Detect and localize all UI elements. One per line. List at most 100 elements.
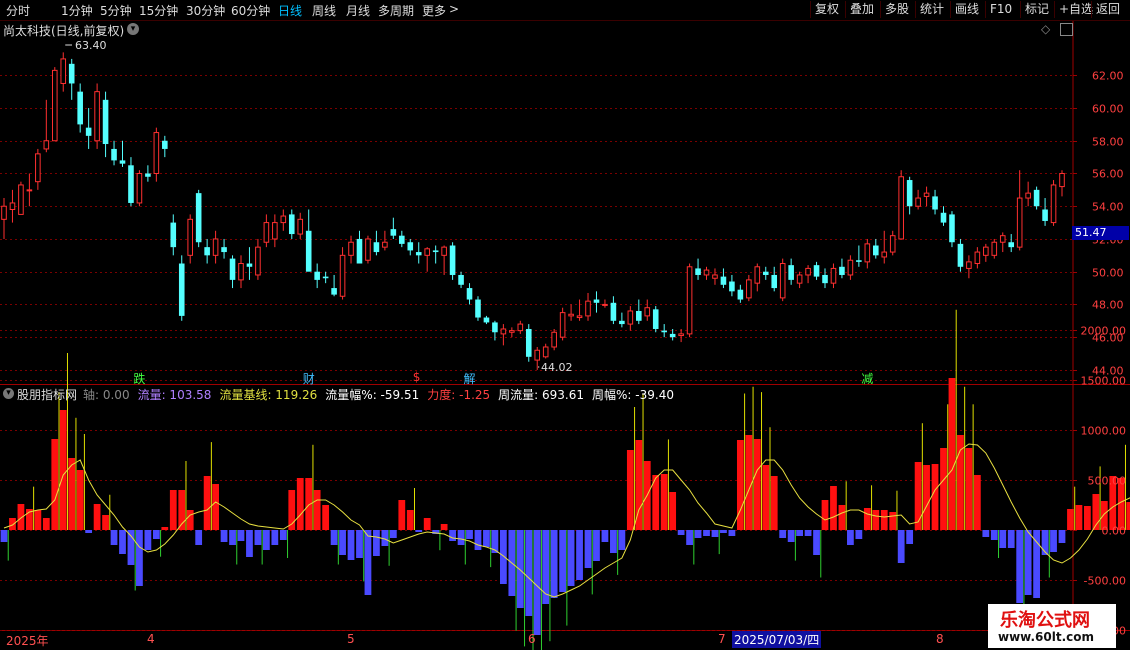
flow-bar: [466, 530, 473, 539]
candle: [9, 189, 16, 223]
candle-body-down: [720, 276, 727, 285]
flow-bar: [863, 508, 871, 530]
date-label-aug: 8: [936, 632, 944, 646]
flow-bar: [262, 530, 270, 550]
event-marker-drop[interactable]: 跌: [133, 370, 145, 387]
flow-bar: [694, 530, 702, 538]
candle-body-down: [729, 281, 735, 292]
candle-body-up: [60, 58, 67, 84]
candle-body-up: [678, 333, 684, 337]
candle-body-up: [779, 263, 786, 299]
flow-bar: [973, 475, 981, 530]
candle: [906, 176, 913, 215]
candle: [1050, 180, 1057, 226]
candle-body-up: [424, 248, 430, 256]
event-marker-finance[interactable]: 财: [303, 370, 315, 387]
candle: [737, 284, 744, 303]
candle-body-down: [525, 328, 532, 357]
candle: [466, 283, 473, 305]
candle-body-down: [195, 193, 202, 243]
candle-body-down: [610, 302, 617, 321]
price-tick-label: 48.00: [1092, 299, 1124, 312]
candle-body-down: [466, 288, 473, 300]
candle-body-up: [966, 261, 972, 269]
flow-bar: [957, 435, 964, 530]
candle: [382, 230, 388, 251]
candle-body-down: [170, 222, 177, 248]
flow-bar: [85, 530, 93, 533]
candle-body-up: [746, 279, 752, 299]
candle-body-up: [576, 315, 583, 319]
candle-body-down: [957, 243, 964, 267]
candle-body-up: [686, 266, 693, 335]
candle: [509, 327, 515, 338]
candle-body-up: [441, 246, 447, 256]
candle: [255, 238, 261, 280]
candle-body-down: [432, 250, 439, 253]
candle: [796, 271, 803, 289]
candle-body-down: [322, 276, 329, 279]
indicator-tick-label: 500.00: [1088, 475, 1127, 488]
flow-bar: [389, 530, 397, 538]
candle: [568, 304, 574, 321]
candle: [322, 271, 329, 284]
candle-body-up: [830, 267, 837, 284]
flow-bar: [1033, 530, 1040, 598]
candle-body-down: [737, 289, 744, 300]
candle: [856, 245, 862, 267]
event-marker-unlock[interactable]: 解: [464, 370, 476, 387]
flow-bar: [990, 530, 998, 540]
candle-body-down: [331, 288, 337, 295]
flow-bar: [745, 435, 753, 530]
flow-bar: [525, 530, 533, 616]
candle: [652, 306, 659, 333]
flow-bar: [635, 440, 643, 530]
candle: [263, 214, 270, 248]
event-marker-reduce[interactable]: 减: [861, 370, 873, 387]
window-icon[interactable]: [1060, 23, 1073, 36]
chevron-down-icon[interactable]: ▾: [3, 388, 14, 399]
candle-body-up: [805, 267, 811, 276]
kline-chart[interactable]: 44.0046.0048.0050.0052.0054.0056.0058.00…: [0, 0, 1130, 650]
price-tick-label: 58.00: [1092, 136, 1124, 149]
flow-bar: [948, 378, 956, 530]
diamond-icon[interactable]: ◇: [1041, 22, 1050, 36]
candle-body-up: [568, 313, 574, 317]
candle: [229, 255, 236, 289]
candle: [898, 170, 904, 240]
flow-bar: [9, 518, 16, 530]
flow-bar: [1016, 530, 1024, 603]
candle-body-down: [771, 274, 778, 289]
candlestick-series: [1, 52, 1065, 370]
flow-bar: [68, 458, 76, 530]
flow-bar: [42, 518, 50, 530]
price-tick-label: 50.00: [1092, 267, 1124, 280]
date-label-apr: 4: [147, 632, 155, 646]
indicator-item: 流量: 103.58: [137, 388, 212, 402]
chevron-down-icon[interactable]: ▾: [127, 23, 139, 35]
candle-body-down: [449, 245, 456, 275]
candle-body-up: [297, 218, 304, 235]
candle-body-down: [305, 230, 312, 272]
candle-body-down: [204, 247, 210, 256]
candle-body-down: [932, 196, 938, 210]
flow-bar: [601, 530, 609, 542]
candle: [720, 268, 727, 289]
flow-bar: [373, 530, 380, 556]
date-label-jun: 6: [528, 632, 536, 646]
flow-bar: [330, 530, 338, 545]
candle: [432, 245, 439, 264]
candle: [1059, 170, 1065, 197]
candle: [1025, 181, 1031, 207]
candle: [500, 324, 507, 346]
flow-bar: [93, 504, 101, 530]
candle: [813, 261, 820, 280]
flow-bar: [720, 530, 727, 533]
candle-body-up: [1059, 172, 1065, 188]
candle-body-down: [695, 268, 701, 275]
candle: [441, 245, 447, 275]
price-tick-label: 60.00: [1092, 103, 1124, 116]
flow-bar: [440, 524, 448, 530]
candle-body-down: [119, 160, 126, 164]
event-marker-dividend[interactable]: $: [413, 370, 421, 384]
